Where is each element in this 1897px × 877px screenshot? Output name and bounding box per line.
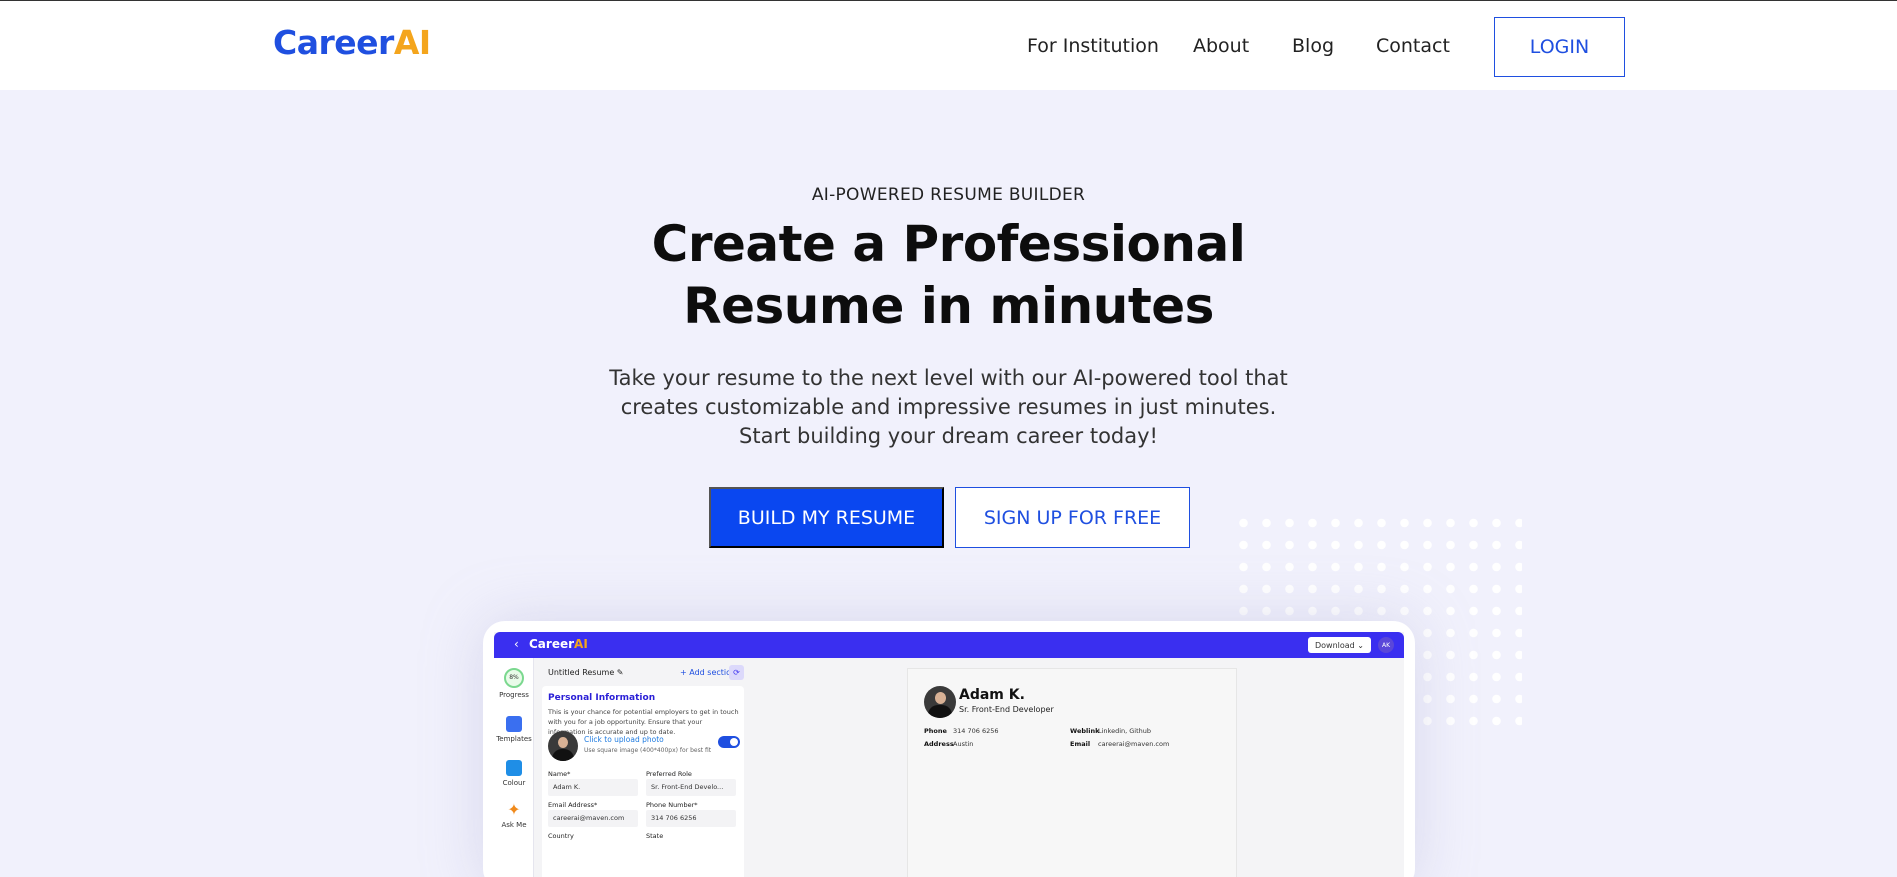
sparkle-icon: ✦: [507, 800, 521, 819]
hero-headline-line1: Create a Professional: [651, 215, 1246, 273]
nav-about[interactable]: About: [1193, 35, 1249, 57]
add-section-link: + Add section: [680, 668, 737, 677]
rail-colour: Colour: [494, 760, 534, 787]
email-field: careerai@maven.com: [548, 810, 638, 827]
name-label: Name*: [548, 770, 571, 778]
hero-subtitle-line2: creates customizable and impressive resu…: [620, 395, 1277, 419]
upload-photo-hint: Use square image (400*400px) for best fi…: [584, 747, 712, 754]
brand-logo-part1: Career: [273, 23, 394, 62]
rail-progress: 8% Progress: [494, 668, 534, 699]
mockup-screen: ‹ CareerAI Download ⌄ AK 8% Progress Tem…: [494, 632, 1404, 877]
progress-ring-icon: 8%: [504, 668, 524, 688]
mockup-form-panel: Untitled Resume ✎ + Add section ⟳ Person…: [540, 658, 756, 877]
preview-weblink-key: Weblink: [1070, 727, 1100, 735]
mockup-logo-part1: Career: [529, 637, 575, 651]
role-field: Sr. Front-End Develo...: [646, 779, 736, 796]
preview-phone-value: 314 706 6256: [953, 727, 999, 735]
mockup-side-rail: 8% Progress Templates Colour ✦ Ask Me: [494, 658, 534, 877]
photo-toggle: [718, 736, 740, 748]
preview-photo: [924, 686, 956, 718]
rail-templates-label: Templates: [496, 735, 532, 743]
mockup-download-button: Download ⌄: [1308, 637, 1371, 653]
resume-title: Untitled Resume ✎: [548, 668, 624, 677]
hero-headline: Create a Professional Resume in minutes: [0, 213, 1897, 337]
personal-info-description: This is your chance for potential employ…: [548, 708, 739, 736]
email-label: Email Address*: [548, 801, 598, 809]
brand-logo[interactable]: CareerAI: [273, 23, 431, 62]
rail-templates: Templates: [494, 716, 534, 743]
sign-up-for-free-button[interactable]: SIGN UP FOR FREE: [955, 487, 1190, 548]
preview-name: Adam K.: [959, 687, 1025, 703]
mockup-topbar: ‹ CareerAI Download ⌄ AK: [494, 632, 1404, 658]
nav-contact[interactable]: Contact: [1376, 35, 1450, 57]
hero-eyebrow: AI-POWERED RESUME BUILDER: [811, 185, 1086, 205]
site-header: CareerAI For Institution About Blog Cont…: [0, 0, 1897, 90]
mockup-logo-part2: AI: [574, 637, 588, 651]
rail-ask-label: Ask Me: [501, 821, 527, 829]
nav-blog[interactable]: Blog: [1292, 35, 1334, 57]
rail-progress-label: Progress: [499, 691, 529, 699]
name-field: Adam K.: [548, 779, 638, 796]
personal-info-card: Personal Information This is your chance…: [542, 686, 744, 877]
rail-colour-label: Colour: [502, 779, 526, 787]
preview-email-key: Email: [1070, 740, 1091, 748]
nav-for-institution[interactable]: For Institution: [1027, 35, 1159, 57]
upload-photo-link: Click to upload photo: [584, 735, 664, 744]
resume-preview: Adam K. Sr. Front-End Developer Phone 31…: [907, 668, 1237, 877]
rail-ask-me: ✦ Ask Me: [494, 800, 534, 830]
preview-email-value: careerai@maven.com: [1098, 740, 1170, 748]
personal-info-title: Personal Information: [548, 693, 656, 703]
profile-photo: [548, 731, 578, 761]
country-label: Country: [548, 832, 574, 840]
build-my-resume-button[interactable]: BUILD MY RESUME: [709, 487, 944, 548]
refresh-icon: ⟳: [729, 665, 744, 680]
preview-address-key: Address: [924, 740, 954, 748]
mockup-logo: CareerAI: [529, 637, 588, 651]
mockup-avatar: AK: [1378, 637, 1394, 653]
hero-subtitle-line3: Start building your dream career today!: [739, 424, 1158, 448]
phone-label: Phone Number*: [646, 801, 698, 809]
back-chevron-icon: ‹: [514, 637, 519, 651]
product-mockup: ‹ CareerAI Download ⌄ AK 8% Progress Tem…: [483, 621, 1415, 877]
hero-subtitle: Take your resume to the next level with …: [0, 364, 1897, 451]
preview-address-value: Austin: [953, 740, 974, 748]
templates-icon: [506, 716, 522, 732]
preview-weblink-value: Linkedin, Github: [1098, 727, 1152, 735]
colour-brush-icon: [506, 760, 522, 776]
preview-phone-key: Phone: [924, 727, 947, 735]
state-label: State: [646, 832, 664, 840]
preview-role: Sr. Front-End Developer: [959, 705, 1054, 714]
hero-subtitle-line1: Take your resume to the next level with …: [609, 366, 1288, 390]
phone-field: 314 706 6256: [646, 810, 736, 827]
hero-headline-line2: Resume in minutes: [683, 277, 1214, 335]
role-label: Preferred Role: [646, 770, 692, 778]
brand-logo-part2: AI: [393, 23, 431, 62]
login-button[interactable]: LOGIN: [1494, 17, 1625, 77]
